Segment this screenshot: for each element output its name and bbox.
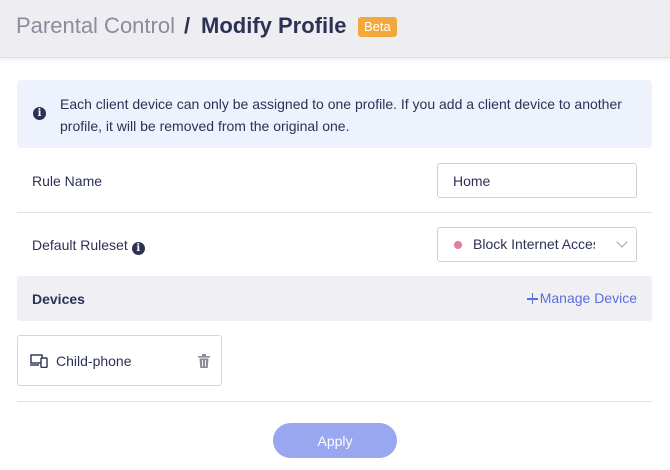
default-ruleset-select[interactable]: Block Internet Access bbox=[437, 227, 637, 262]
breadcrumb-parental-control[interactable]: Parental Control bbox=[16, 13, 175, 39]
manage-device-link[interactable]: Manage Device bbox=[526, 290, 637, 306]
device-name: Child-phone bbox=[56, 353, 132, 369]
devices-header: Devices Manage Device bbox=[17, 276, 652, 321]
rule-name-input[interactable] bbox=[437, 163, 637, 198]
ruleset-color-dot bbox=[454, 241, 462, 249]
devices-icon bbox=[30, 354, 48, 368]
devices-title: Devices bbox=[32, 291, 85, 307]
info-icon: i bbox=[33, 107, 46, 120]
device-card: Child-phone bbox=[17, 335, 222, 386]
chevron-down-icon bbox=[616, 236, 628, 248]
row-divider bbox=[17, 212, 652, 213]
ruleset-selected-value: Block Internet Access bbox=[473, 236, 595, 252]
page-title: Modify Profile bbox=[201, 13, 347, 38]
apply-button[interactable]: Apply bbox=[273, 423, 397, 458]
info-message: Each client device can only be assigned … bbox=[60, 96, 622, 134]
default-ruleset-label: Default Ruleset i bbox=[32, 237, 145, 255]
breadcrumb-separator: / bbox=[184, 13, 191, 38]
plus-icon bbox=[526, 293, 538, 304]
rule-name-label: Rule Name bbox=[32, 173, 103, 189]
trash-icon[interactable] bbox=[198, 354, 210, 368]
page-header: Parental Control / Modify Profile Beta bbox=[0, 0, 670, 58]
default-ruleset-label-text: Default Ruleset bbox=[32, 237, 128, 253]
info-notice: i Each client device can only be assigne… bbox=[17, 80, 652, 148]
beta-badge: Beta bbox=[358, 17, 397, 37]
footer-divider bbox=[17, 401, 652, 402]
manage-device-label: Manage Device bbox=[539, 290, 637, 306]
info-icon[interactable]: i bbox=[131, 242, 145, 255]
